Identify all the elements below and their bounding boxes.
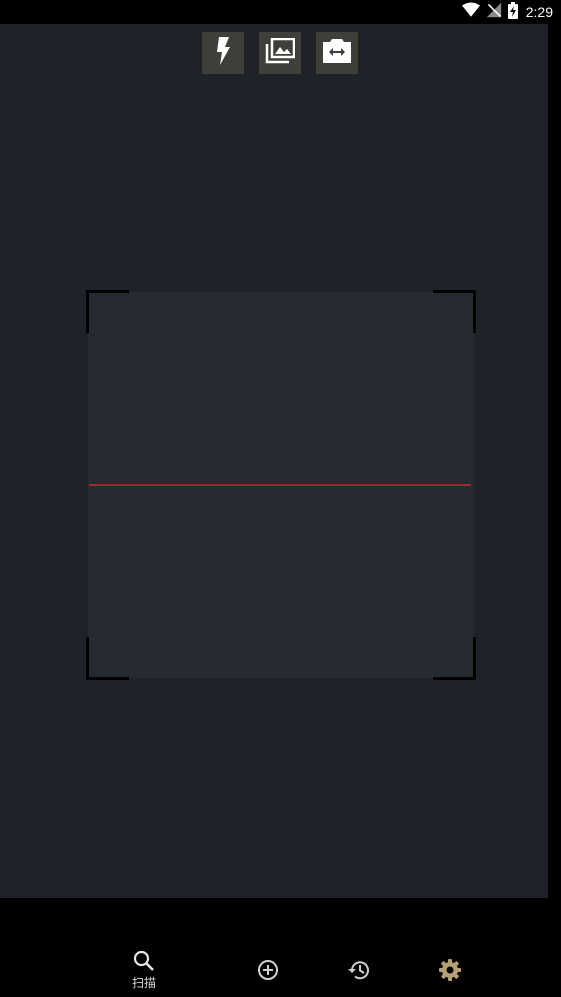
status-icons: 2:29 — [461, 1, 553, 23]
scan-corner-top-left — [86, 290, 129, 333]
flash-icon — [215, 37, 231, 69]
search-icon — [133, 950, 155, 976]
top-toolbar — [202, 32, 358, 74]
add-circle-icon — [257, 959, 279, 985]
scan-corner-top-right — [433, 290, 476, 333]
scan-frame — [86, 290, 476, 680]
nav-scan[interactable]: 扫描 — [114, 950, 174, 990]
gallery-button[interactable] — [259, 32, 301, 74]
gallery-icon — [265, 37, 296, 68]
no-signal-icon — [486, 2, 502, 22]
nav-create[interactable] — [238, 959, 298, 985]
bottom-nav: 扫描 — [0, 898, 561, 997]
switch-camera-button[interactable] — [316, 32, 358, 74]
camera-preview[interactable] — [0, 24, 548, 898]
status-bar: 2:29 — [0, 0, 561, 24]
scan-laser-line — [89, 484, 471, 486]
battery-charging-icon — [507, 1, 518, 23]
flash-button[interactable] — [202, 32, 244, 74]
history-icon — [347, 959, 371, 985]
nav-history[interactable] — [329, 959, 389, 985]
switch-camera-icon — [323, 39, 351, 67]
wifi-icon — [461, 2, 480, 22]
scan-corner-bottom-left — [86, 637, 129, 680]
nav-settings[interactable] — [420, 959, 480, 985]
status-time: 2:29 — [525, 4, 553, 20]
nav-scan-label: 扫描 — [131, 976, 156, 990]
scan-corner-bottom-right — [433, 637, 476, 680]
gear-icon — [439, 959, 461, 985]
